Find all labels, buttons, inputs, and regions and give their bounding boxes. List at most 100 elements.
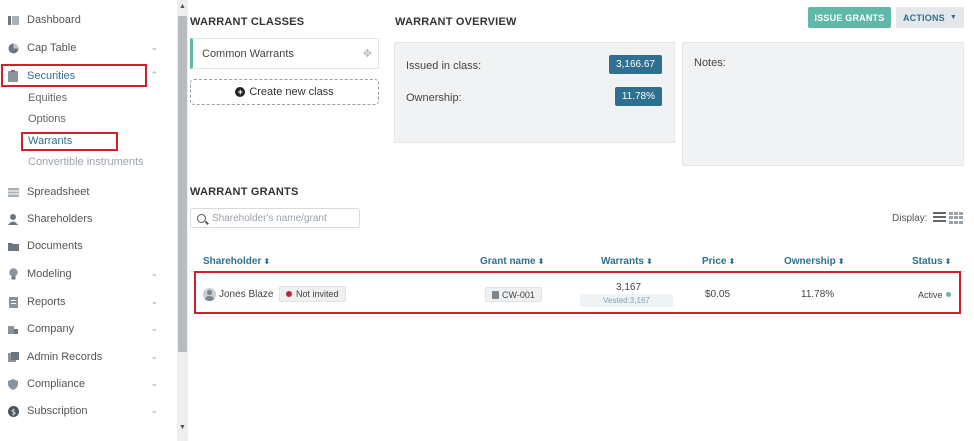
shareholder-name[interactable]: Jones Blaze <box>219 289 273 300</box>
class-card-label: Common Warrants <box>202 47 294 60</box>
sidebar-subitem-options[interactable]: Options <box>28 113 66 125</box>
display-label: Display: <box>892 213 928 224</box>
chevron-down-icon: ⌄ <box>150 378 158 388</box>
building-icon <box>7 323 19 335</box>
svg-text:$: $ <box>10 407 15 416</box>
search-box[interactable] <box>190 208 360 228</box>
create-new-class-label: Create new class <box>249 86 334 98</box>
sidebar-item-reports[interactable]: Reports ⌄ <box>0 290 170 314</box>
lightbulb-icon <box>7 268 19 280</box>
grid-view-icon[interactable] <box>949 212 963 224</box>
sidebar-item-label: Shareholders <box>27 213 93 225</box>
sidebar-item-label: Spreadsheet <box>27 186 90 198</box>
ownership-value-badge: 11.78% <box>614 87 662 106</box>
sort-icon: ⬍ <box>944 257 952 266</box>
sidebar-item-subscription[interactable]: $ Subscription ⌄ <box>0 399 170 423</box>
issued-label: Issued in class: <box>406 60 482 72</box>
folder-icon <box>7 240 19 252</box>
warrant-overview-title: WARRANT OVERVIEW <box>395 16 517 28</box>
class-card-common-warrants[interactable]: Common Warrants ✥ <box>190 38 379 69</box>
chevron-down-icon: ⌄ <box>150 296 158 306</box>
overview-panel: Issued in class: 3,166.67 Ownership: 11.… <box>394 42 675 143</box>
sidebar-item-spreadsheet[interactable]: Spreadsheet <box>0 180 170 204</box>
search-icon <box>197 213 206 223</box>
sort-icon: ⬍ <box>645 257 653 266</box>
actions-dropdown-button[interactable]: ACTIONS ▼ <box>896 7 964 28</box>
spreadsheet-icon <box>7 186 19 198</box>
column-header-price[interactable]: Price ⬍ <box>702 256 735 267</box>
sidebar-subitem-convertible[interactable]: Convertible instruments <box>28 156 144 168</box>
sort-icon: ⬍ <box>537 257 545 266</box>
list-view-icon[interactable] <box>933 212 946 223</box>
vested-badge: Vested:3,167 <box>580 294 673 307</box>
securities-highlight <box>1 64 147 87</box>
sidebar-item-compliance[interactable]: Compliance ⌄ <box>0 372 170 396</box>
avatar <box>203 288 216 301</box>
search-input[interactable] <box>212 212 352 224</box>
sidebar: Dashboard Cap Table ⌄ Securities ⌃ Equit… <box>0 0 177 441</box>
chevron-down-icon: ⌄ <box>150 42 158 52</box>
warrant-grants-title: WARRANT GRANTS <box>190 186 299 198</box>
warrant-classes-title: WARRANT CLASSES <box>190 16 305 28</box>
sort-icon: ⬍ <box>728 257 736 266</box>
chevron-down-icon: ⌄ <box>150 405 158 415</box>
sidebar-item-modeling[interactable]: Modeling ⌄ <box>0 262 170 286</box>
report-icon <box>7 296 19 308</box>
sidebar-item-admin-records[interactable]: Admin Records ⌄ <box>0 345 170 369</box>
issue-grants-button[interactable]: ISSUE GRANTS <box>808 7 891 28</box>
sidebar-item-dashboard[interactable]: Dashboard <box>0 8 170 32</box>
sidebar-item-company[interactable]: Company ⌄ <box>0 317 170 341</box>
status-value: Active <box>918 290 943 300</box>
dashboard-icon <box>7 14 19 26</box>
scroll-down-arrow-icon[interactable]: ▼ <box>177 423 188 433</box>
chevron-down-icon: ⌄ <box>150 268 158 278</box>
issued-value-badge: 3,166.67 <box>609 55 662 74</box>
sidebar-item-label: Company <box>27 323 75 335</box>
chevron-down-icon: ⌄ <box>150 351 158 361</box>
sidebar-item-label: Cap Table <box>27 42 77 54</box>
sidebar-item-shareholders[interactable]: Shareholders <box>0 207 170 231</box>
dollar-icon: $ <box>7 405 19 417</box>
warrants-highlight <box>21 132 118 151</box>
shield-icon <box>7 378 19 390</box>
sidebar-item-label: Compliance <box>27 378 86 390</box>
sort-icon: ⬍ <box>263 257 271 266</box>
actions-label: ACTIONS <box>902 12 945 23</box>
sidebar-item-label: Dashboard <box>27 14 81 26</box>
column-header-warrants[interactable]: Warrants ⬍ <box>601 256 653 267</box>
sidebar-item-label: Documents <box>27 240 83 252</box>
column-header-status[interactable]: Status ⬍ <box>912 256 951 267</box>
sort-icon: ⬍ <box>837 257 845 266</box>
document-icon <box>492 290 499 299</box>
column-header-ownership[interactable]: Ownership ⬍ <box>784 256 844 267</box>
sidebar-scrollbar[interactable]: ▲ ▼ <box>177 0 188 441</box>
scroll-up-arrow-icon[interactable]: ▲ <box>177 2 188 12</box>
admin-records-icon <box>7 351 19 363</box>
invite-status-badge: Not invited <box>279 286 346 302</box>
sidebar-item-label: Reports <box>27 296 66 308</box>
chevron-up-icon: ⌃ <box>150 70 158 80</box>
ownership-label: Ownership: <box>406 92 462 104</box>
column-header-shareholder[interactable]: Shareholder ⬍ <box>203 256 270 267</box>
price-value: $0.05 <box>705 289 731 300</box>
caret-down-icon: ▼ <box>949 14 958 21</box>
warrants-value: 3,167 <box>616 282 642 293</box>
pie-chart-icon <box>7 42 19 54</box>
chevron-down-icon: ⌄ <box>150 323 158 333</box>
drag-handle-icon[interactable]: ✥ <box>363 47 372 60</box>
notes-panel[interactable]: Notes: <box>682 42 964 166</box>
person-icon <box>7 213 19 225</box>
sidebar-item-label: Admin Records <box>27 351 103 363</box>
status-dot-icon <box>286 291 292 297</box>
notes-label: Notes: <box>694 57 726 69</box>
sidebar-item-label: Modeling <box>27 268 72 280</box>
grant-name-chip[interactable]: CW-001 <box>485 287 542 302</box>
plus-circle-icon: + <box>235 87 246 97</box>
sidebar-subitem-equities[interactable]: Equities <box>28 92 67 104</box>
create-new-class-button[interactable]: + Create new class <box>190 79 379 105</box>
column-header-grant-name[interactable]: Grant name ⬍ <box>480 256 544 267</box>
scroll-thumb[interactable] <box>178 16 187 352</box>
sidebar-item-cap-table[interactable]: Cap Table ⌄ <box>0 36 170 60</box>
sidebar-item-label: Subscription <box>27 405 88 417</box>
sidebar-item-documents[interactable]: Documents <box>0 234 170 258</box>
